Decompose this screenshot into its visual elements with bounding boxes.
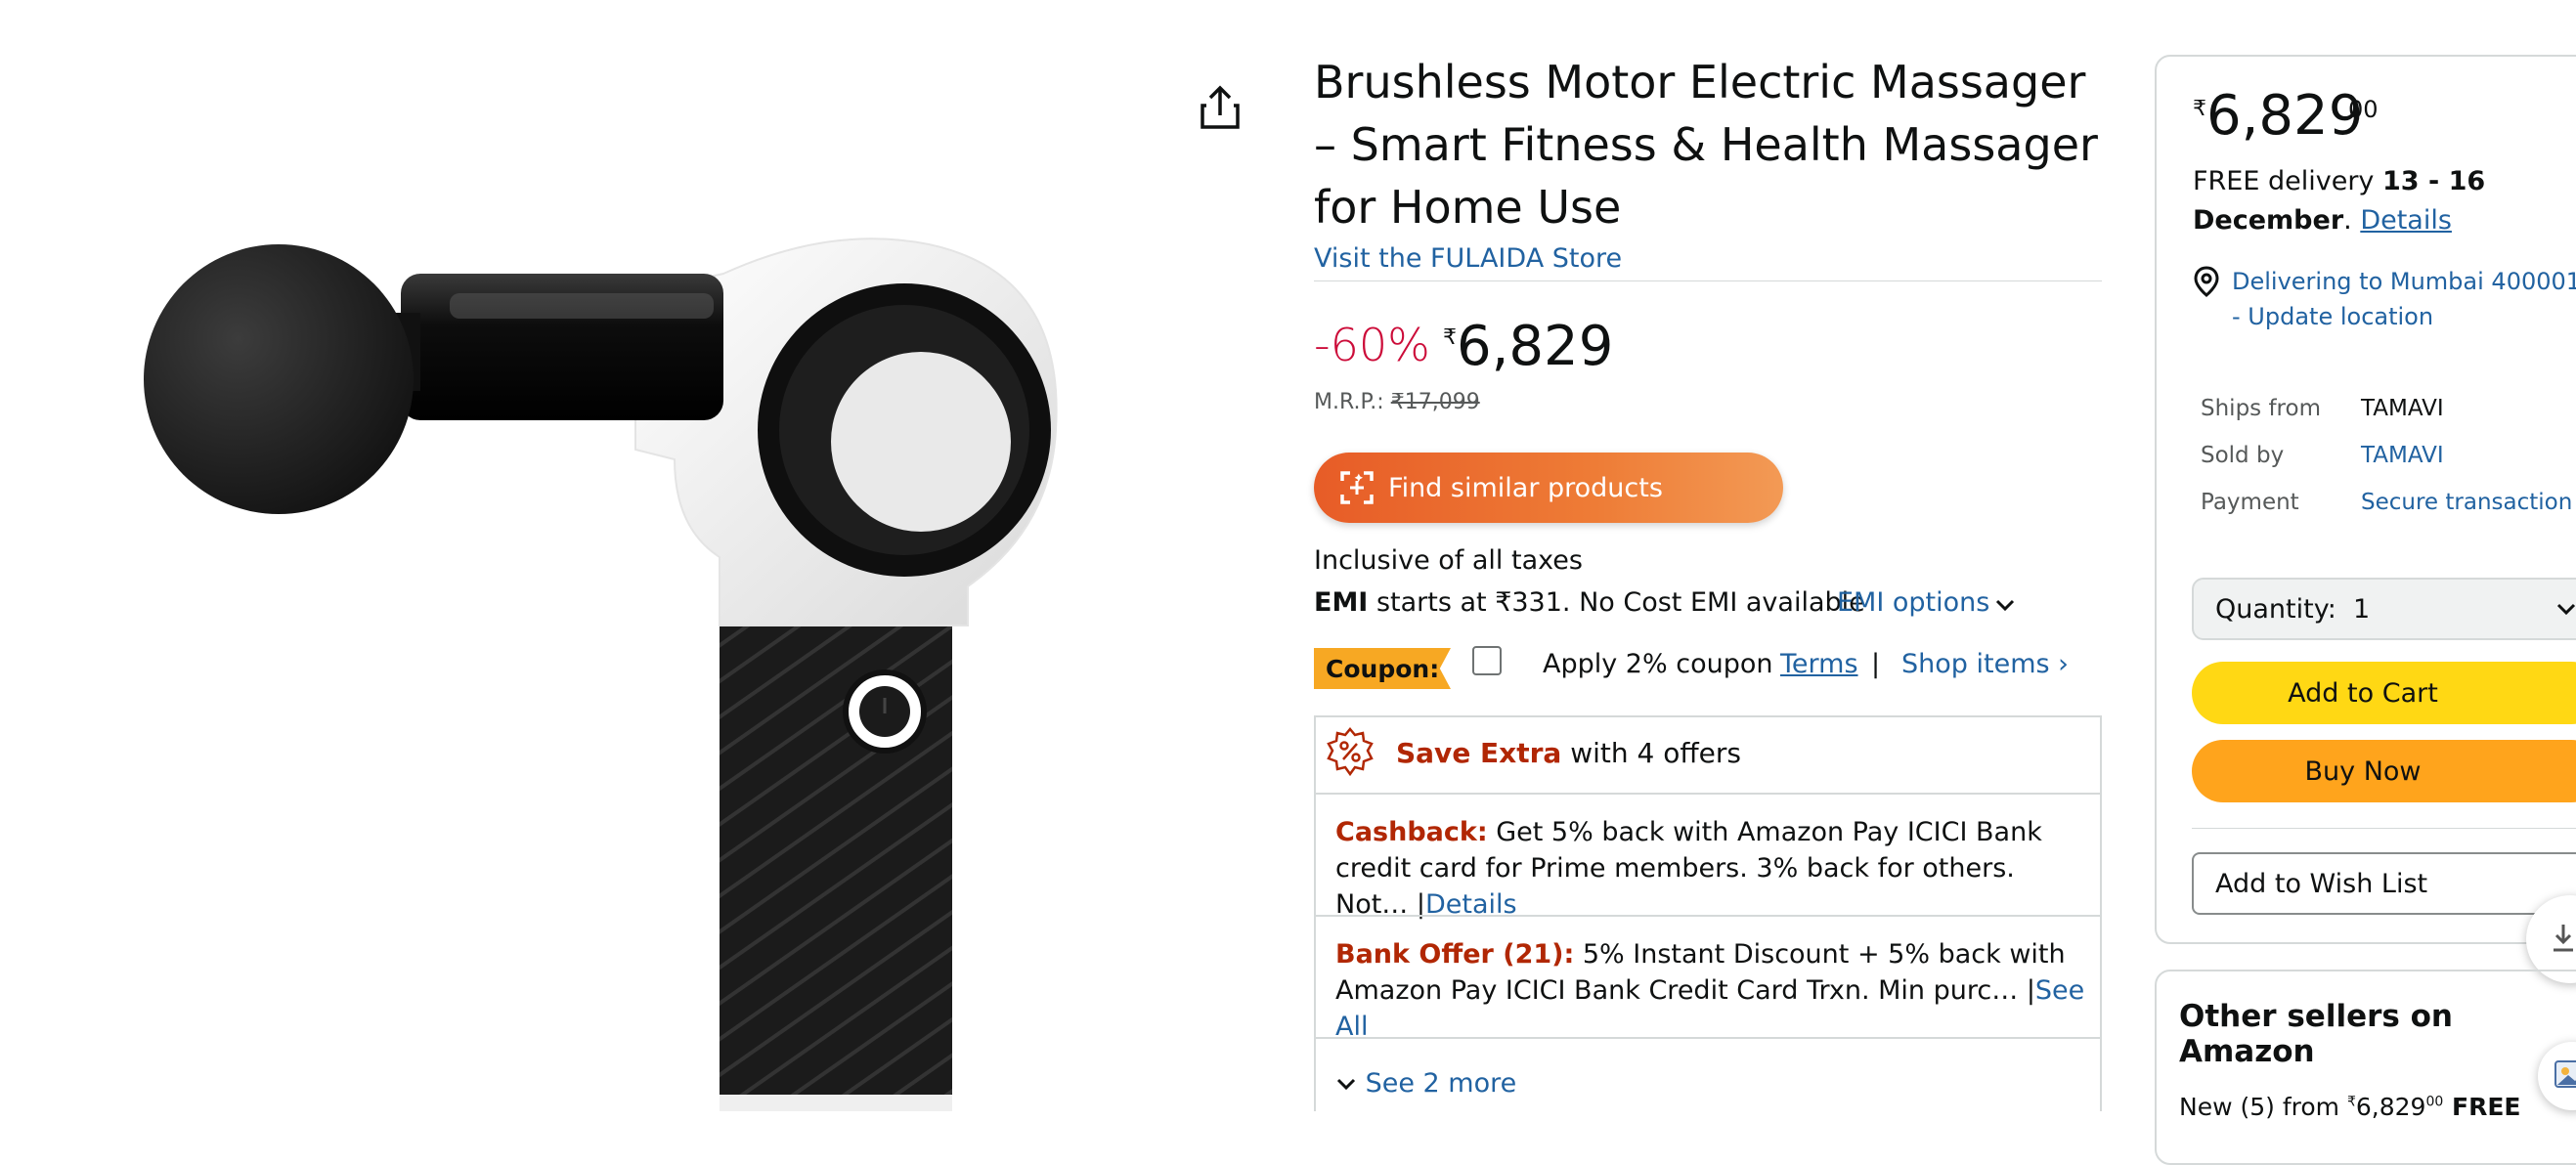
discount-percent: -60% [1314, 319, 1430, 371]
delivery-info: FREE delivery 13 - 16 December. Details [2193, 162, 2564, 240]
currency-symbol: ₹ [1443, 325, 1457, 350]
offer-divider [1314, 915, 2102, 917]
sold-by-label: Sold by [2201, 443, 2285, 468]
other-sellers-price: 6,829 [2355, 1093, 2426, 1121]
share-icon[interactable] [1195, 82, 1245, 133]
offer-divider [1314, 1037, 2102, 1039]
other-sellers-suffix: FREE [2443, 1093, 2521, 1121]
mrp-value: ₹17,099 [1390, 390, 1480, 414]
ships-from-value: TAMAVI [2361, 396, 2444, 421]
quantity-select[interactable]: Quantity: 1 [2192, 578, 2576, 640]
camera-search-icon [1339, 470, 1375, 505]
apply-coupon-checkbox[interactable] [1472, 646, 1502, 675]
offer-cashback: Cashback: Get 5% back with Amazon Pay IC… [1335, 817, 2042, 920]
add-to-cart-button[interactable]: Add to Cart [2192, 662, 2576, 724]
buy-now-label: Buy Now [2304, 755, 2422, 787]
quantity-label: Quantity: [2215, 593, 2336, 625]
emi-label: EMI [1314, 587, 1369, 618]
find-similar-label: Find similar products [1388, 472, 1663, 503]
ships-from-label: Ships from [2201, 396, 2321, 421]
product-title: Brushless Motor Electric Massager – Smar… [1314, 56, 2098, 234]
buybox-price: 6,829 [2206, 84, 2364, 148]
secure-transaction-link[interactable]: Secure transaction [2361, 490, 2572, 515]
save-extra-label: Save Extra [1396, 737, 1562, 769]
delivery-period: . [2343, 205, 2361, 236]
find-similar-products-button[interactable]: Find similar products [1314, 453, 1783, 523]
sold-by-link[interactable]: TAMAVI [2361, 443, 2444, 468]
payment-label: Payment [2201, 490, 2299, 515]
add-to-cart-label: Add to Cart [2288, 677, 2438, 709]
divider [1314, 280, 2102, 281]
quantity-value: 1 [2352, 593, 2371, 625]
other-sellers-fraction: 00 [2425, 1094, 2444, 1110]
massage-gun-illustration [144, 237, 1058, 1143]
offer-bank: Bank Offer (21): 5% Instant Discount + 5… [1335, 939, 2085, 1042]
mrp-label: M.R.P.: [1314, 390, 1391, 414]
offer-label: Bank Offer (21): [1335, 939, 1575, 970]
emi-info: EMI starts at ₹331. No Cost EMI availabl… [1314, 587, 1865, 618]
currency-symbol: ₹ [2346, 1094, 2356, 1110]
other-sellers-prefix: New (5) from [2179, 1093, 2347, 1121]
add-to-wish-list-button[interactable]: Add to Wish List [2192, 852, 2576, 915]
chevron-down-icon [1336, 1078, 1356, 1091]
chevron-down-icon [2555, 598, 2576, 620]
emi-text: starts at ₹331. No Cost EMI available [1368, 587, 1865, 618]
shop-items-link[interactable]: Shop items › [1901, 649, 2069, 679]
taxes-text: Inclusive of all taxes [1314, 545, 1583, 576]
location-pin-icon [2193, 266, 2220, 297]
coupon-terms-link[interactable]: Terms [1780, 649, 1858, 679]
wish-list-label: Add to Wish List [2215, 868, 2428, 899]
currency-symbol: ₹ [2193, 97, 2206, 121]
other-sellers-offer[interactable]: New (5) from ₹6,82900 FREE [2179, 1093, 2520, 1121]
image-thumbnail-icon[interactable] [2538, 1042, 2576, 1110]
coupon-separator: | [1871, 649, 1881, 679]
divider [2192, 828, 2576, 829]
visit-store-link[interactable]: Visit the FULAIDA Store [1314, 243, 1622, 274]
percent-badge-icon [1326, 727, 1375, 778]
other-sellers-title: Other sellers on Amazon [2179, 999, 2453, 1069]
delivery-location-link[interactable]: Delivering to Mumbai 400001 - Update loc… [2232, 264, 2576, 334]
see-more-offers-link[interactable]: See 2 more [1335, 1068, 1516, 1099]
product-image[interactable] [127, 235, 1085, 1143]
emi-options-link[interactable]: EMI options [1837, 587, 1989, 618]
mrp: M.R.P.: ₹17,099 [1314, 390, 1480, 414]
apply-coupon-text: Apply 2% coupon [1543, 649, 1773, 679]
buy-now-button[interactable]: Buy Now [2192, 740, 2576, 802]
offer-divider [1314, 793, 2102, 795]
product-price: 6,829 [1457, 315, 1614, 378]
delivery-text: FREE delivery [2193, 166, 2382, 196]
chevron-down-icon[interactable] [1994, 594, 2016, 616]
save-extra-heading: Save Extra with 4 offers [1396, 737, 1741, 769]
offer-label: Cashback: [1335, 817, 1488, 847]
coupon-badge: Coupon: [1314, 648, 1451, 689]
see-more-label: See 2 more [1365, 1068, 1517, 1099]
save-extra-count: with 4 offers [1561, 737, 1741, 769]
coupon-badge-label: Coupon: [1326, 654, 1440, 683]
buybox-price-fraction: 00 [2348, 96, 2379, 123]
delivery-details-link[interactable]: Details [2360, 205, 2452, 236]
